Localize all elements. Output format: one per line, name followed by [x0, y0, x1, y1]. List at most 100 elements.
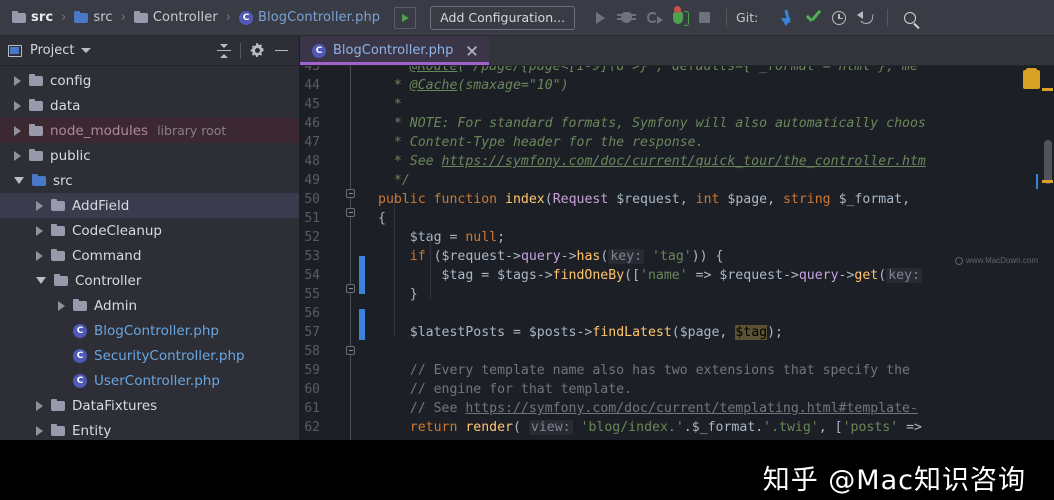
debug-button[interactable] — [613, 5, 639, 31]
code-token: * Content-Type header for the response. — [378, 135, 704, 150]
code-line[interactable]: * — [378, 95, 402, 114]
code-line[interactable]: * @Route("/page/{page<[1-9]\d*>}", defau… — [378, 66, 918, 76]
chevron-right-icon[interactable] — [36, 400, 43, 411]
code-line[interactable]: public function index(Request $request, … — [378, 190, 910, 209]
run-button[interactable] — [587, 5, 613, 31]
code-editor[interactable]: 43 44 45 46 47 48 49 50 51 52 53 54 55 56 57 58 59 60 61 62… — [300, 66, 1054, 440]
run-configuration-selector[interactable]: Add Configuration... — [430, 5, 576, 30]
tree-item-blogcontroller-php[interactable]: C BlogController.php — [0, 318, 299, 343]
chevron-down-icon[interactable] — [36, 277, 46, 284]
chevron-right-icon[interactable] — [36, 200, 43, 211]
editor-gutter[interactable]: 43 44 45 46 47 48 49 50 51 52 53 54 55 56 57 58 59 60 61 62 — [300, 66, 368, 440]
tree-item-controller[interactable]: Controller — [0, 268, 299, 293]
chevron-down-icon[interactable] — [14, 177, 24, 184]
chevron-right-icon[interactable] — [14, 150, 21, 161]
vcs-commit-button[interactable] — [800, 5, 826, 31]
inspection-warning-badge[interactable] — [1023, 68, 1040, 89]
tree-item-addfield[interactable]: AddField — [0, 193, 299, 218]
close-icon[interactable] — [465, 44, 479, 58]
project-settings-button[interactable] — [245, 39, 269, 63]
stop-button[interactable] — [691, 5, 717, 31]
vcs-history-button[interactable] — [826, 5, 852, 31]
project-panel-actions — [212, 39, 293, 63]
tree-item-data[interactable]: data — [0, 93, 299, 118]
code-line[interactable]: // Every template name also has two exte… — [378, 361, 910, 380]
tree-item-command[interactable]: Command — [0, 243, 299, 268]
code-line[interactable]: // See https://symfony.com/doc/current/t… — [378, 399, 918, 418]
chevron-right-icon[interactable] — [14, 100, 21, 111]
code-line[interactable]: { — [378, 209, 386, 228]
ide-window: src › src › Controller › C BlogController.php A… — [0, 0, 1054, 500]
warning-marker[interactable] — [1042, 180, 1053, 183]
run-current-file-button[interactable] — [394, 6, 417, 29]
run-with-coverage-button[interactable] — [639, 5, 665, 31]
breadcrumb-item-src[interactable]: src — [10, 0, 55, 35]
tree-item-public[interactable]: public — [0, 143, 299, 168]
chevron-down-icon[interactable] — [81, 48, 92, 53]
tree-item-datafixtures[interactable]: DataFixtures — [0, 393, 299, 418]
code-line[interactable]: $tag = $tags->findOneBy(['name' => $requ… — [378, 266, 922, 285]
vcs-update-button[interactable] — [774, 5, 800, 31]
chevron-right-icon[interactable] — [58, 300, 65, 311]
tree-item-label: public — [50, 147, 91, 164]
fold-toggle-icon[interactable] — [346, 189, 355, 198]
chevron-right-icon[interactable] — [36, 250, 43, 261]
code-content[interactable]: * @Route("/page/{page<[1-9]\d*>}", defau… — [368, 66, 1054, 440]
chevron-right-icon[interactable] — [36, 425, 43, 436]
line-number: 44 — [304, 78, 320, 93]
code-token: $_format, — [830, 192, 911, 207]
profile-button[interactable] — [665, 5, 691, 31]
code-line[interactable]: * See https://symfony.com/doc/current/qu… — [378, 152, 926, 171]
warning-marker[interactable] — [1042, 88, 1053, 91]
tree-item-codecleanup[interactable]: CodeCleanup — [0, 218, 299, 243]
code-line[interactable]: // engine for that template. — [378, 380, 632, 399]
code-line[interactable]: * Content-Type header for the response. — [378, 133, 704, 152]
hide-panel-button[interactable] — [269, 39, 293, 63]
tree-item-label: src — [53, 172, 73, 189]
breadcrumb-item-blogcontroller-php[interactable]: C BlogController.php — [237, 0, 382, 35]
tree-item-config[interactable]: config — [0, 68, 299, 93]
chevron-right-icon[interactable] — [36, 225, 43, 236]
breadcrumb-item-src[interactable]: src — [72, 0, 114, 35]
folder-icon — [29, 99, 43, 111]
vcs-rollback-button[interactable] — [852, 5, 878, 31]
code-line[interactable]: */ — [378, 171, 410, 190]
line-number: 56 — [304, 306, 320, 321]
editor-tab-blogcontroller[interactable]: C BlogController.php — [300, 36, 490, 65]
tree-item-admin[interactable]: Admin — [0, 293, 299, 318]
fold-toggle-icon[interactable] — [346, 208, 355, 217]
tree-item-src[interactable]: src — [0, 168, 299, 193]
toolbar-divider-2 — [887, 8, 889, 27]
tree-item-usercontroller-php[interactable]: C UserController.php — [0, 368, 299, 393]
tree-item-label: AddField — [72, 197, 130, 214]
code-line[interactable]: * NOTE: For standard formats, Symfony wi… — [378, 114, 926, 133]
tree-item-label: SecurityController.php — [94, 347, 245, 364]
line-number: 43 — [304, 66, 320, 74]
search-everywhere-button[interactable] — [897, 5, 923, 31]
run-icon — [595, 11, 605, 24]
code-line[interactable]: } — [378, 285, 418, 304]
fold-toggle-icon[interactable] — [346, 346, 355, 355]
breadcrumb-item-controller[interactable]: Controller — [132, 0, 220, 35]
code-line[interactable]: $latestPosts = $posts->findLatest($page,… — [378, 323, 783, 342]
project-view-icon — [8, 44, 22, 57]
code-line[interactable]: $tag = null; — [378, 228, 505, 247]
code-token: key: — [886, 268, 922, 283]
code-token: https://symfony.com/doc/current/quick_to… — [441, 154, 926, 169]
code-line[interactable]: return render( view: 'blog/index.'.$_for… — [378, 418, 922, 437]
collapse-all-button[interactable] — [212, 39, 236, 63]
chevron-right-icon[interactable] — [14, 75, 21, 86]
fold-toggle-icon[interactable] — [346, 284, 355, 293]
code-token: has — [576, 249, 601, 264]
code-line[interactable]: * @Cache(smaxage="10") — [378, 76, 569, 95]
chevron-right-icon[interactable] — [14, 125, 21, 136]
debug-icon — [616, 12, 636, 23]
vcs-change-marker[interactable] — [359, 256, 365, 294]
scrollbar-thumb[interactable] — [1043, 140, 1052, 184]
editor-tab-label: BlogController.php — [333, 43, 454, 58]
vcs-change-marker[interactable] — [359, 309, 365, 340]
tree-item-securitycontroller-php[interactable]: C SecurityController.php — [0, 343, 299, 368]
tree-item-node-modules[interactable]: node_modules library root — [0, 118, 299, 143]
editor-scrollbar[interactable] — [1041, 66, 1054, 440]
code-token: Request — [552, 192, 609, 207]
